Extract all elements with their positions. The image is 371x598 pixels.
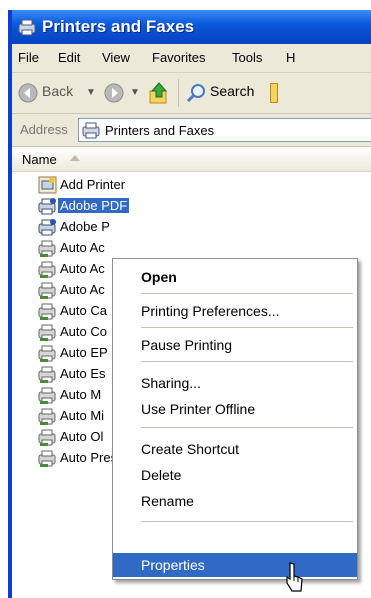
list-item-label: Auto Ac — [60, 261, 105, 276]
address-value: Printers and Faxes — [105, 123, 215, 138]
pdf-printer-icon — [38, 219, 56, 236]
address-bar: Address Printers and Faxes — [12, 114, 371, 147]
network-printer-icon — [38, 282, 56, 299]
printers-folder-icon — [18, 19, 36, 36]
up-folder-icon[interactable] — [148, 81, 170, 105]
list-item-label: Adobe P — [60, 219, 110, 234]
context-menu: Open Printing Preferences... Pause Print… — [112, 258, 358, 580]
network-printer-icon — [38, 324, 56, 341]
back-arrow-icon[interactable] — [18, 83, 38, 103]
printers-folder-icon — [82, 122, 100, 139]
window-title: Printers and Faxes — [42, 17, 195, 36]
menu-tools[interactable]: Tools — [232, 50, 262, 65]
list-item-label: Add Printer — [60, 177, 126, 192]
menu-view[interactable]: View — [102, 50, 130, 65]
network-printer-icon — [38, 366, 56, 383]
network-printer-icon — [38, 345, 56, 362]
mouse-pointer-icon — [286, 562, 303, 592]
menu-item-properties[interactable]: Properties — [113, 553, 357, 577]
list-item-label: Auto EP — [60, 345, 108, 360]
network-printer-icon — [38, 303, 56, 320]
menu-separator — [141, 361, 353, 362]
list-item-label: Auto Ol — [60, 429, 104, 444]
list-item-label: Auto Es — [60, 366, 106, 381]
forward-dropdown-icon[interactable]: ▼ — [130, 87, 140, 98]
menu-item-sharing[interactable]: Sharing... — [113, 371, 357, 395]
menu-item-open[interactable]: Open — [113, 265, 357, 289]
menu-bar: File Edit View Favorites Tools H — [12, 44, 371, 73]
menu-separator — [141, 521, 353, 522]
network-printer-icon — [38, 261, 56, 278]
add-printer-icon — [38, 176, 57, 194]
network-printer-icon — [38, 387, 56, 404]
search-button[interactable]: Search — [210, 83, 254, 99]
menu-item-delete[interactable]: Delete — [113, 463, 357, 487]
menu-separator — [141, 293, 353, 294]
menu-file[interactable]: File — [18, 50, 39, 65]
menu-favorites[interactable]: Favorites — [152, 50, 205, 65]
list-item-label: Auto Ac — [60, 282, 105, 297]
menu-separator — [141, 327, 353, 328]
toolbar-separator — [178, 79, 179, 107]
menu-item-use-printer-offline[interactable]: Use Printer Offline — [113, 397, 357, 421]
network-printer-icon — [38, 240, 56, 257]
menu-help[interactable]: H — [286, 50, 295, 65]
menu-item-create-shortcut[interactable]: Create Shortcut — [113, 437, 357, 461]
sort-ascending-icon — [70, 155, 80, 161]
network-printer-icon — [38, 450, 56, 467]
forward-arrow-icon[interactable] — [104, 83, 124, 103]
address-label: Address — [20, 122, 68, 137]
list-item-label: Auto M — [60, 387, 102, 402]
list-item-label: Adobe PDF — [58, 198, 130, 213]
pdf-printer-icon — [38, 198, 56, 215]
list-item-label: Auto Mi — [60, 408, 105, 423]
list-item-label: Auto Ca — [60, 303, 107, 318]
title-bar[interactable]: Printers and Faxes — [12, 10, 371, 44]
menu-item-printing-preferences[interactable]: Printing Preferences... — [113, 299, 357, 323]
address-field[interactable]: Printers and Faxes — [78, 118, 371, 142]
column-header-name[interactable]: Name — [12, 147, 371, 172]
search-icon[interactable] — [186, 83, 206, 103]
menu-item-pause-printing[interactable]: Pause Printing — [113, 333, 357, 357]
menu-separator — [141, 427, 353, 428]
network-printer-icon — [38, 429, 56, 446]
list-item-label: Auto Co — [60, 324, 107, 339]
list-item-label: Auto Ac — [60, 240, 105, 255]
back-button[interactable]: Back — [42, 83, 73, 99]
column-header-label: Name — [22, 152, 57, 167]
menu-item-rename[interactable]: Rename — [113, 489, 357, 513]
folders-icon[interactable] — [270, 83, 278, 103]
back-dropdown-icon[interactable]: ▼ — [86, 87, 96, 98]
toolbar: Back ▼ ▼ Search — [12, 73, 371, 114]
network-printer-icon — [38, 408, 56, 425]
menu-edit[interactable]: Edit — [58, 50, 80, 65]
